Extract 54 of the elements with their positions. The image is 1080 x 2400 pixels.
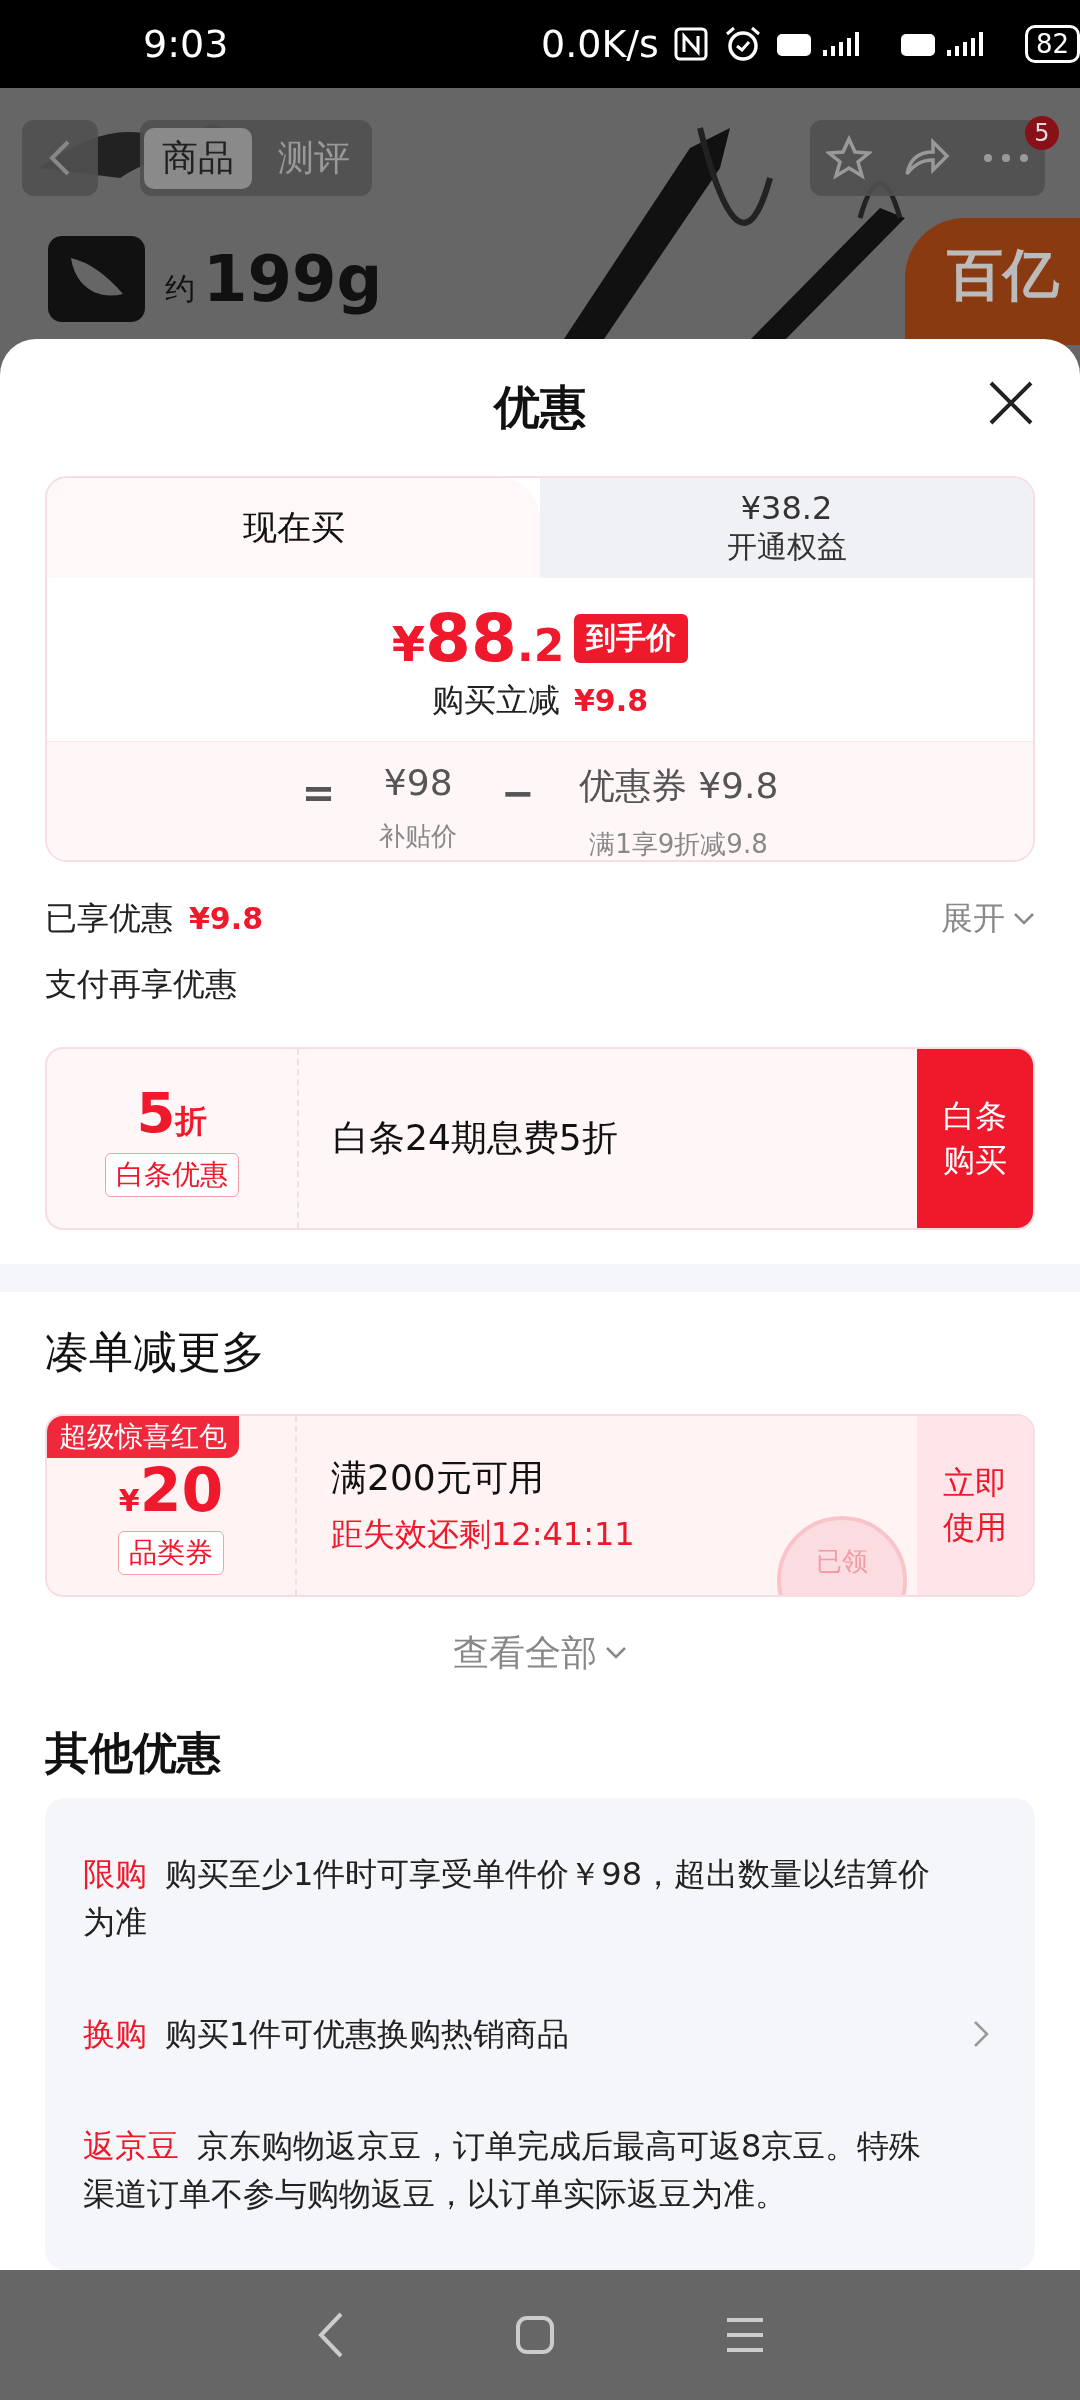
operator-sign: − bbox=[501, 770, 535, 817]
price-term: ¥98 bbox=[383, 762, 453, 804]
coupon-countdown: 距失效还剩12:41:11 bbox=[331, 1513, 636, 1555]
more-icon[interactable] bbox=[983, 153, 1030, 163]
back-icon bbox=[48, 138, 72, 178]
offer-value: 5折 bbox=[136, 1079, 208, 1145]
price-tab[interactable]: ¥38.2 开通权益 bbox=[540, 478, 1033, 579]
operator-sign: = bbox=[301, 770, 336, 817]
feather-icon bbox=[48, 236, 145, 322]
view-all-button[interactable]: 查看全部 bbox=[453, 1596, 627, 1710]
status-time: 9:03 bbox=[143, 22, 230, 66]
term-caption: 满1享9折减9.8 bbox=[589, 828, 768, 861]
section-title: 其他优惠 bbox=[45, 1726, 221, 1781]
price-term: 优惠券 ¥9.8 bbox=[578, 764, 779, 809]
section-subtitle: 支付再享优惠 bbox=[45, 963, 238, 1005]
coupon-type: 品类券 bbox=[118, 1530, 224, 1575]
nfc-icon bbox=[672, 26, 709, 62]
page-tab[interactable]: 测评 bbox=[260, 127, 368, 189]
close-icon[interactable] bbox=[987, 379, 1035, 427]
coupon-ribbon: 超级惊喜红包 bbox=[47, 1416, 239, 1459]
term-caption: 补贴价 bbox=[379, 820, 458, 854]
buy-button[interactable]: 白条购买 bbox=[917, 1048, 1033, 1228]
expand-button[interactable]: 展开 bbox=[941, 896, 1035, 941]
star-icon[interactable] bbox=[825, 135, 872, 181]
use-button[interactable]: 立即使用 bbox=[917, 1416, 1033, 1595]
offer-text: 换购 购买1件可优惠换购热销商品 bbox=[83, 2014, 571, 2055]
offer-text: 限购 购买至少1件时可享受单件价￥98，超出数量以结算价为准 bbox=[83, 1854, 932, 1943]
sheet-title: 优惠 bbox=[494, 378, 586, 436]
weight-value: 199g bbox=[203, 242, 383, 316]
coupon-condition: 满200元可用 bbox=[331, 1455, 545, 1500]
menu-icon[interactable] bbox=[725, 2317, 765, 2353]
offer-description: 白条24期息费5折 bbox=[333, 1115, 618, 1160]
discount-amount: ¥9.8 bbox=[574, 683, 648, 719]
page-tab[interactable]: 商品 bbox=[144, 127, 252, 189]
back-button[interactable] bbox=[22, 120, 98, 196]
offer-tag: 白条优惠 bbox=[105, 1152, 239, 1197]
final-price: ¥88.2 bbox=[391, 600, 565, 678]
enjoyed-amount: ¥9.8 bbox=[189, 900, 264, 936]
share-icon[interactable] bbox=[903, 138, 952, 178]
weight-prefix: 约 bbox=[165, 269, 195, 308]
chevron-down-icon bbox=[605, 1646, 627, 1661]
price-tab[interactable]: 现在买 bbox=[47, 478, 540, 579]
chevron-down-icon bbox=[1013, 911, 1035, 926]
battery-level: 82 bbox=[1024, 25, 1080, 63]
discount-label: 购买立减 bbox=[432, 680, 560, 722]
offer-text: 返京豆 京东购物返京豆，订单完成后最高可返8京豆。特殊渠道订单不参与购物返豆，以订单实际返豆为准。 bbox=[83, 2126, 923, 2215]
network-speed: 0.0K/s bbox=[540, 22, 659, 66]
promo-badge: 百亿 bbox=[905, 218, 1080, 345]
home-icon[interactable] bbox=[515, 2315, 555, 2355]
section-title: 凑单减更多 bbox=[45, 1325, 265, 1380]
price-tag: 到手价 bbox=[574, 614, 689, 664]
claimed-stamp: 已领 bbox=[777, 1516, 907, 1595]
chevron-icon[interactable] bbox=[973, 2020, 989, 2048]
enjoyed-label: 已享优惠 bbox=[45, 897, 173, 939]
